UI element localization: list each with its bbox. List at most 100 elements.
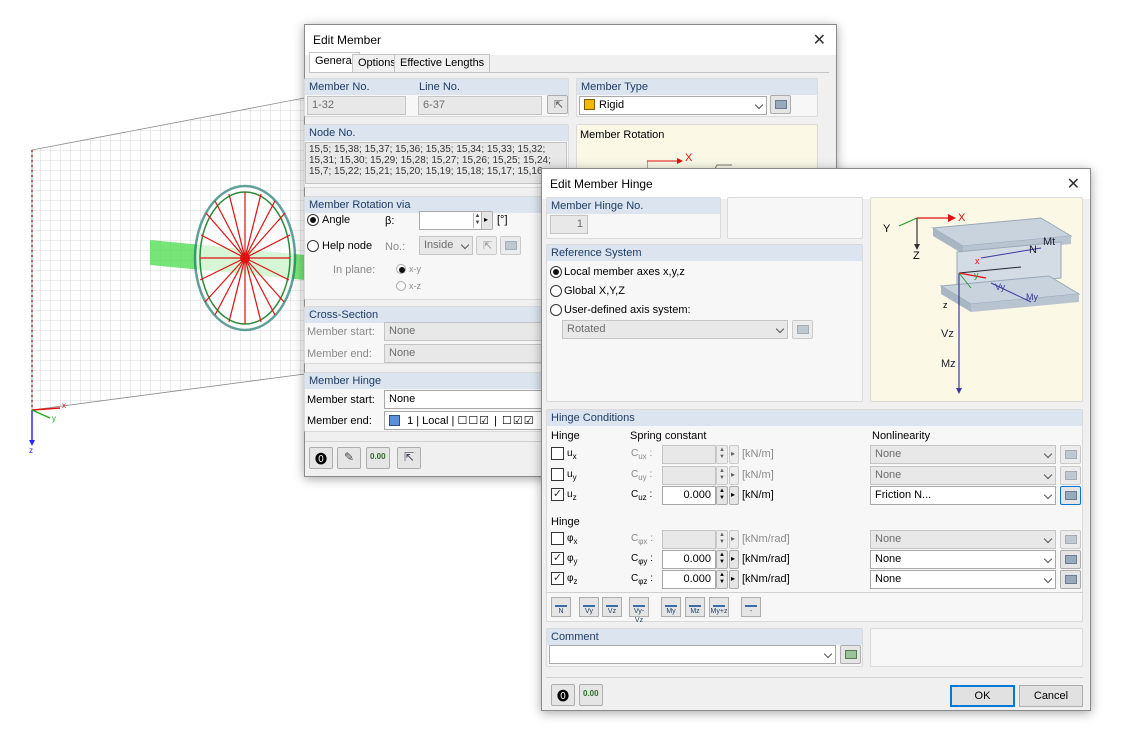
arrow-right-icon: ▸ [731,574,736,583]
spring-spin-button[interactable]: ▲ ▼ [716,530,728,549]
edit-icon [1065,471,1077,480]
nonlinearity-select[interactable]: Friction N... [870,486,1056,505]
close-icon[interactable]: ✕ [813,30,826,50]
plane-xy-radio[interactable] [396,264,406,274]
hinge-preset-button[interactable]: Vy-Vz [629,597,649,624]
hinge-help-button[interactable]: ⓿ [551,684,575,706]
hinge-units-button[interactable]: 0.00 [579,684,603,706]
comment-input[interactable] [549,645,836,664]
cross-section-label: Cross-Section [309,309,379,321]
spring-arrow-button[interactable]: ▸ [729,445,739,464]
mh-start-field[interactable]: None [384,390,542,409]
spin-icon: ▲ ▼ [719,552,725,565]
spring-arrow-button[interactable]: ▸ [729,530,739,549]
node-line: 15,31; 15,30; 15,29; 15,28; 15,27; 15,26… [309,155,551,166]
comment-label: Comment [551,631,599,643]
hinge-dof-checkbox[interactable] [551,468,564,481]
nonlinearity-edit-button[interactable] [1060,445,1081,464]
nonlinearity-edit-button[interactable] [1060,570,1081,589]
edit-icon [1065,450,1077,459]
tab-effective-lengths[interactable]: Effective Lengths [394,54,491,72]
pick-icon: ⇱ [483,240,493,252]
pick-node-button[interactable]: ⇱ [476,236,497,255]
rotation-via-label: Member Rotation via [309,199,411,211]
nonlinearity-edit-button[interactable] [1060,530,1081,549]
hinge-preset-button[interactable]: My [661,597,681,617]
hinge-dof-checkbox[interactable]: ✓ [551,552,564,565]
spring-spin-button[interactable]: ▲ ▼ [716,550,728,569]
hinge-dof-checkbox[interactable]: ✓ [551,572,564,585]
diagram-vy-label: Vy [995,282,1006,292]
member-type-edit-button[interactable] [770,95,791,114]
nonlinearity-select[interactable]: None [870,550,1056,569]
edit-icon [1065,555,1077,564]
pick-line-button[interactable]: ⇱ [547,95,568,114]
member-type-select[interactable]: Rigid [579,96,767,115]
spring-constant-input[interactable]: 0.000 [662,550,716,569]
spring-arrow-button[interactable]: ▸ [729,550,739,569]
spring-arrow-button[interactable]: ▸ [729,486,739,505]
spin-icon[interactable]: ▲ ▼ [473,213,481,228]
spring-spin-button[interactable]: ▲ ▼ [716,570,728,589]
edit-button[interactable]: ✎ [337,447,361,469]
hinge-preset-button[interactable]: Mz [685,597,705,617]
chevron-down-icon [1043,490,1053,500]
in-plane-label: In plane: [333,264,376,276]
user-axes-edit-button[interactable] [792,320,813,339]
hinge-dof-checkbox[interactable] [551,447,564,460]
comment-side-box [870,628,1083,667]
spring-spin-button[interactable]: ▲ ▼ [716,486,728,505]
comment-edit-button[interactable] [840,645,861,664]
nonlinearity-select[interactable]: None [870,445,1056,464]
hinge-preset-button[interactable]: My+z [709,597,729,617]
spring-constant-input[interactable] [662,530,716,549]
global-axes-radio[interactable] [550,285,562,297]
nonlinearity-edit-button[interactable] [1060,466,1081,485]
spring-constant-input[interactable]: 0.000 [662,486,716,505]
hinge-titlebar[interactable]: Edit Member Hinge ✕ [542,169,1090,199]
spring-constant-input[interactable] [662,466,716,485]
help-node-value: Inside [424,239,454,251]
spring-spin-button[interactable]: ▲ ▼ [716,466,728,485]
node-list-button[interactable] [500,236,521,255]
mh-end-field[interactable]: 1 | Local | ☐☐☑ | ☐☑☑ [384,411,542,430]
hinge-preset-button[interactable]: - [741,597,761,617]
local-axes-radio[interactable] [550,266,562,278]
plane-xz-radio[interactable] [396,281,406,291]
units-button[interactable]: 0.00 [366,447,390,469]
hinge-preset-button[interactable]: Vy [579,597,599,617]
help-button[interactable]: ⓿ [309,447,333,469]
hinge-preset-button[interactable]: Vz [602,597,622,617]
close-icon[interactable]: ✕ [1067,174,1080,194]
nonlinearity-edit-button[interactable] [1060,550,1081,569]
spring-spin-button[interactable]: ▲ ▼ [716,445,728,464]
spring-arrow-button[interactable]: ▸ [729,466,739,485]
spring-constant-input[interactable] [662,445,716,464]
angle-radio[interactable] [307,214,319,226]
node-line: 15,7; 15,22; 15,21; 15,20; 15,19; 15,18;… [309,166,546,177]
pick-member-button[interactable]: ⇱ [397,447,421,469]
diagram-lz-label: z [943,300,948,310]
model-view[interactable]: x y z [0,0,321,470]
spring-arrow-button[interactable]: ▸ [729,570,739,589]
spring-unit: [kN/m] [742,469,774,481]
hinge-dof-checkbox[interactable]: ✓ [551,488,564,501]
cancel-button[interactable]: Cancel [1019,685,1083,707]
edit-member-titlebar[interactable]: Edit Member ✕ [305,25,836,55]
diagram-z-label: Z [913,250,920,262]
beta-input[interactable]: ▲ ▼ [419,211,483,230]
nonlinearity-select[interactable]: None [870,530,1056,549]
hinge-dof-label: uy [567,469,577,482]
spring-constant-input[interactable]: 0.000 [662,570,716,589]
hinge-dof-checkbox[interactable] [551,532,564,545]
nonlinearity-edit-button[interactable] [1060,486,1081,505]
beta-arrow-button[interactable]: ▸ [481,211,493,230]
nonlinearity-select[interactable]: None [870,570,1056,589]
hinge-preset-button[interactable]: N [551,597,571,617]
no-label: No.: [385,241,406,253]
ok-button[interactable]: OK [950,685,1015,707]
help-node-radio[interactable] [307,240,319,252]
user-axes-label: User-defined axis system: [564,304,691,316]
nonlinearity-select[interactable]: None [870,466,1056,485]
user-axes-radio[interactable] [550,304,562,316]
